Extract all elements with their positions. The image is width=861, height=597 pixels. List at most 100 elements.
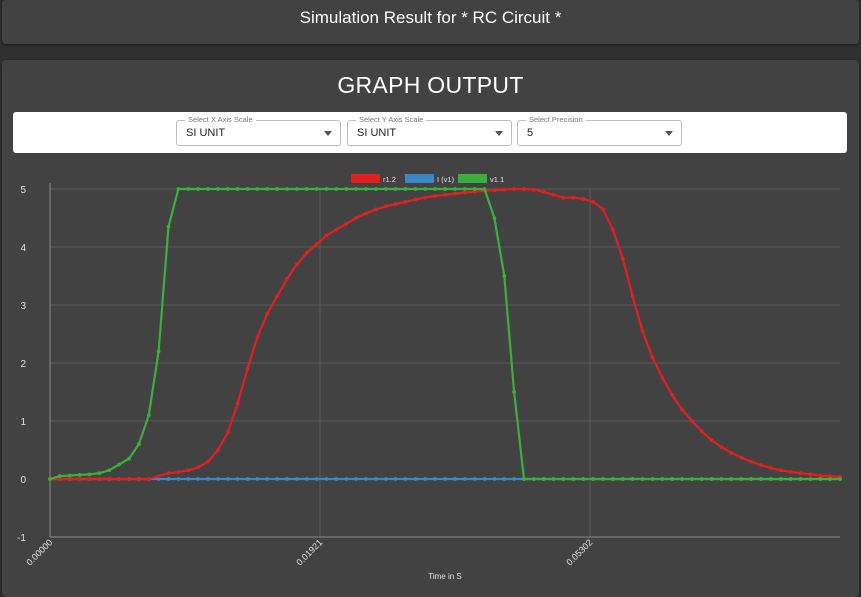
data-point (324, 187, 329, 191)
data-point (225, 430, 230, 435)
data-point (423, 477, 428, 481)
data-point (532, 187, 536, 192)
data-point (788, 477, 793, 481)
data-point (393, 477, 398, 481)
data-point (699, 429, 704, 434)
data-point (601, 207, 605, 212)
data-point (462, 190, 467, 195)
data-point (680, 407, 684, 412)
data-point (759, 477, 763, 481)
data-point (709, 438, 714, 442)
data-point (285, 187, 289, 191)
data-point (344, 477, 349, 481)
data-point (245, 366, 250, 371)
data-point (383, 187, 388, 191)
data-point (670, 477, 674, 481)
x-tick-label: 0.01921 (294, 537, 324, 567)
data-point (235, 401, 240, 406)
data-point (581, 197, 586, 201)
data-point (472, 477, 477, 481)
data-point (719, 445, 724, 449)
series-line-v1-1 (49, 187, 840, 481)
data-point (413, 197, 418, 202)
data-point (354, 477, 358, 481)
data-point (334, 227, 339, 232)
data-point (77, 473, 82, 477)
y-tick-label: 3 (20, 301, 26, 312)
data-point (650, 477, 655, 481)
data-point (265, 477, 270, 481)
data-point (146, 477, 151, 481)
data-point (186, 187, 191, 191)
data-point (472, 187, 477, 191)
data-point (571, 195, 576, 200)
data-point (107, 468, 112, 473)
data-point (137, 477, 141, 481)
data-point (778, 477, 783, 481)
data-point (176, 477, 181, 481)
data-point (216, 448, 220, 452)
data-point (630, 477, 635, 481)
data-point (719, 477, 724, 481)
data-point (87, 472, 92, 477)
data-point (107, 477, 112, 481)
data-point (58, 474, 62, 478)
data-point (453, 187, 457, 191)
data-point (620, 256, 625, 261)
data-point (670, 393, 674, 397)
data-point (492, 188, 497, 193)
data-point (492, 216, 497, 220)
data-point (265, 311, 270, 316)
data-point (245, 187, 250, 191)
simulation-chart: -1 0 1 2 3 4 5 0.00000 0.01921 0.05302 Time in S r1… (17, 174, 842, 581)
data-point (798, 477, 803, 481)
data-point (117, 477, 121, 481)
data-point (729, 451, 734, 455)
data-point (364, 477, 368, 481)
data-point (680, 477, 684, 481)
data-point (196, 477, 201, 481)
data-point (413, 477, 418, 481)
data-point (630, 294, 635, 299)
data-point (206, 477, 210, 481)
data-point (502, 274, 507, 278)
data-point (611, 477, 615, 481)
data-point (176, 187, 181, 191)
data-point (660, 477, 665, 481)
data-point (334, 477, 339, 481)
data-point (67, 473, 72, 478)
data-point (443, 477, 447, 481)
data-point (275, 294, 279, 299)
data-point (196, 465, 201, 470)
data-point (522, 477, 526, 481)
data-point (295, 262, 299, 267)
data-point (462, 187, 467, 191)
data-point (206, 187, 210, 191)
data-point (156, 474, 161, 478)
data-point (729, 477, 734, 481)
data-point (423, 187, 428, 191)
data-point (314, 242, 319, 247)
data-point (699, 477, 704, 481)
data-point (304, 187, 309, 191)
data-point (285, 277, 289, 281)
data-point (492, 477, 497, 481)
data-point (453, 191, 457, 196)
y-tick-label: 1 (20, 417, 26, 428)
data-point (512, 390, 516, 394)
data-point (166, 224, 171, 229)
data-point (255, 335, 260, 339)
data-point (334, 187, 339, 191)
data-point (808, 472, 813, 477)
legend-label: I (v1) (437, 175, 455, 184)
y-tick-label: 4 (20, 243, 26, 254)
data-point (67, 477, 72, 481)
data-point (620, 477, 625, 481)
data-point (433, 477, 437, 481)
data-point (364, 187, 368, 191)
data-point (818, 477, 823, 481)
data-point (166, 477, 171, 481)
legend-swatch (405, 174, 434, 183)
data-point (828, 477, 832, 481)
data-point (502, 187, 507, 192)
